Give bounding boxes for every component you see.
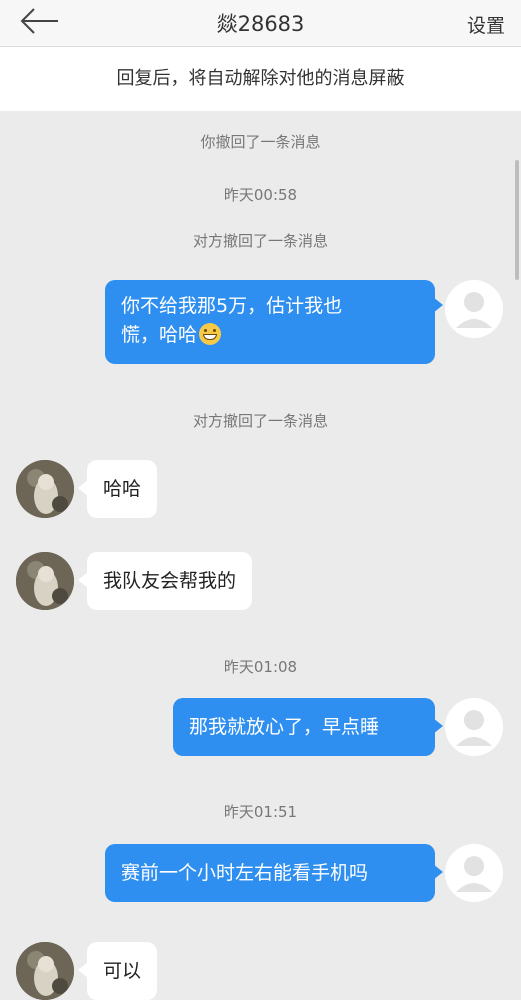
cat-photo-avatar bbox=[16, 460, 74, 518]
bubble-tail bbox=[433, 718, 443, 734]
scrollbar[interactable] bbox=[515, 160, 519, 280]
incoming-message[interactable]: 哈哈 bbox=[87, 460, 158, 518]
recall-notice-other: 对方撤回了一条消息 bbox=[192, 412, 328, 430]
message-text-line2: 慌，哈哈 bbox=[121, 321, 419, 350]
my-avatar[interactable] bbox=[445, 698, 503, 756]
top-bar: 燚28683 设置 bbox=[0, 0, 521, 47]
my-avatar[interactable] bbox=[445, 844, 503, 902]
grinning-face-icon bbox=[199, 323, 222, 345]
message-text: 我队友会帮我的 bbox=[103, 570, 237, 592]
cat-photo-avatar bbox=[16, 552, 74, 610]
settings-button[interactable]: 设置 bbox=[467, 11, 505, 38]
message-text: 你不给我那5万，估计我也 bbox=[121, 295, 343, 317]
message-text: 哈哈 bbox=[103, 478, 142, 500]
recall-notice-other: 对方撤回了一条消息 bbox=[192, 232, 328, 250]
timestamp: 昨天01:08 bbox=[223, 658, 298, 676]
default-user-avatar-icon bbox=[445, 844, 503, 902]
message-text: 赛前一个小时左右能看手机吗 bbox=[121, 862, 369, 884]
default-user-avatar-icon bbox=[445, 280, 503, 338]
message-text: 那我就放心了，早点睡 bbox=[189, 716, 380, 738]
default-user-avatar-icon bbox=[445, 698, 503, 756]
incoming-message[interactable]: 我队友会帮我的 bbox=[87, 552, 253, 610]
block-notice: 回复后，将自动解除对他的消息屏蔽 bbox=[0, 47, 521, 111]
contact-avatar[interactable] bbox=[16, 552, 74, 610]
outgoing-message[interactable]: 那我就放心了，早点睡 bbox=[173, 698, 435, 756]
my-avatar[interactable] bbox=[445, 280, 503, 338]
chat-title: 燚28683 bbox=[216, 12, 305, 36]
incoming-message[interactable]: 可以 bbox=[87, 942, 158, 1000]
timestamp: 昨天01:51 bbox=[223, 803, 298, 821]
contact-avatar[interactable] bbox=[16, 460, 74, 518]
message-text: 可以 bbox=[103, 960, 142, 982]
bubble-tail bbox=[433, 297, 443, 313]
contact-avatar[interactable] bbox=[16, 942, 74, 1000]
cat-photo-avatar bbox=[16, 942, 74, 1000]
outgoing-message[interactable]: 赛前一个小时左右能看手机吗 bbox=[105, 844, 435, 902]
recall-notice-self: 你撤回了一条消息 bbox=[200, 133, 321, 151]
bubble-tail bbox=[433, 864, 443, 880]
outgoing-message[interactable]: 你不给我那5万，估计我也 慌，哈哈 bbox=[105, 280, 435, 364]
timestamp: 昨天00:58 bbox=[223, 186, 298, 204]
